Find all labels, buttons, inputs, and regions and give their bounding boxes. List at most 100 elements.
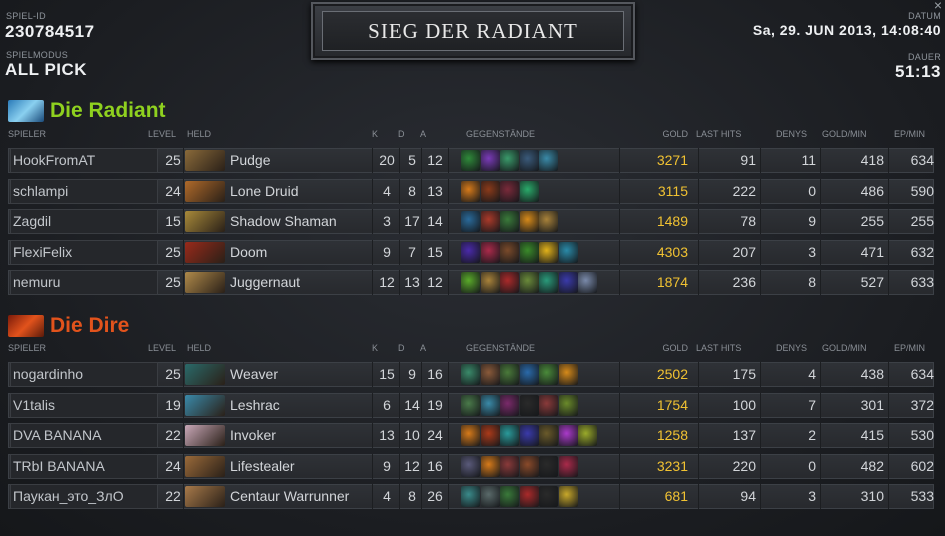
item-icon[interactable] <box>461 150 480 171</box>
item-icon[interactable] <box>519 241 539 263</box>
dire-player-row[interactable]: DVA BANANA 22 Invoker 13 10 24 1258 137 2 415 530 <box>8 423 934 448</box>
player-name[interactable]: nogardinho <box>10 362 158 387</box>
item-icon[interactable] <box>500 241 519 263</box>
item-icon[interactable] <box>500 180 519 202</box>
item-icon[interactable] <box>500 486 519 507</box>
stat-hero[interactable]: Leshrac <box>230 393 370 418</box>
item-icon[interactable] <box>539 272 558 293</box>
item-icon[interactable] <box>480 394 500 416</box>
item-icon[interactable] <box>480 272 500 293</box>
hero-portrait-icon[interactable] <box>185 180 225 202</box>
item-icon[interactable] <box>539 364 558 385</box>
item-icon[interactable] <box>558 272 578 293</box>
item-icon[interactable] <box>461 364 480 385</box>
stat-d: 10 <box>404 427 420 443</box>
stat-hero[interactable]: Pudge <box>230 148 370 173</box>
stat-hero[interactable]: Invoker <box>230 423 370 448</box>
item-icon[interactable] <box>519 180 539 202</box>
radiant-player-row[interactable]: schlampi 24 Lone Druid 4 8 13 3115 222 0 486 590 <box>8 178 934 204</box>
item-icon[interactable] <box>519 211 539 232</box>
item-icon[interactable] <box>480 486 500 507</box>
item-icon[interactable] <box>500 272 519 293</box>
dire-player-row[interactable]: V1talis 19 Leshrac 6 14 19 1754 100 7 301 372 <box>8 392 934 418</box>
dire-player-row[interactable]: Паукан_это_ЗлО 22 Centaur Warrunner 4 8 26 681… <box>8 484 934 509</box>
player-name[interactable]: schlampi <box>10 178 158 204</box>
item-icon[interactable] <box>480 150 500 171</box>
item-icon[interactable] <box>558 394 578 416</box>
item-icon[interactable] <box>578 425 597 446</box>
column-divider <box>820 484 821 509</box>
item-icon[interactable] <box>519 364 539 385</box>
stat-hero[interactable]: Lifestealer <box>230 454 370 479</box>
player-name[interactable]: DVA BANANA <box>10 423 158 448</box>
radiant-player-row[interactable]: FlexiFelix 25 Doom 9 7 15 4303 207 3 471 632 <box>8 239 934 265</box>
item-icon[interactable] <box>500 364 519 385</box>
item-icon[interactable] <box>539 486 558 507</box>
item-icon[interactable] <box>539 394 558 416</box>
item-icon[interactable] <box>480 211 500 232</box>
item-icon[interactable] <box>558 425 578 446</box>
player-name[interactable]: Паукан_это_ЗлО <box>10 484 158 509</box>
stat-hero[interactable]: Doom <box>230 240 370 265</box>
item-icon[interactable] <box>558 486 578 507</box>
item-icon[interactable] <box>578 272 597 293</box>
item-icon[interactable] <box>519 272 539 293</box>
hero-portrait-icon[interactable] <box>185 486 225 507</box>
item-icon[interactable] <box>480 425 500 446</box>
item-icon[interactable] <box>461 272 480 293</box>
item-icon[interactable] <box>480 455 500 477</box>
item-icon[interactable] <box>461 455 480 477</box>
stat-hero[interactable]: Shadow Shaman <box>230 209 370 234</box>
player-name[interactable]: HookFromAT <box>10 148 158 173</box>
stat-hero[interactable]: Weaver <box>230 362 370 387</box>
radiant-player-row[interactable]: HookFromAT 25 Pudge 20 5 12 3271 91 11 418 634 <box>8 148 934 173</box>
item-icon[interactable] <box>461 486 480 507</box>
radiant-player-row[interactable]: Zagdil 15 Shadow Shaman 3 17 14 1489 78 9 255 255 <box>8 209 934 234</box>
item-icon[interactable] <box>461 394 480 416</box>
item-icon[interactable] <box>519 394 539 416</box>
hero-portrait-icon[interactable] <box>185 364 225 385</box>
item-icon[interactable] <box>480 364 500 385</box>
item-icon[interactable] <box>519 150 539 171</box>
hero-portrait-icon[interactable] <box>185 150 225 171</box>
item-icon[interactable] <box>519 425 539 446</box>
item-icon[interactable] <box>500 455 519 477</box>
hero-portrait-icon[interactable] <box>185 241 225 263</box>
item-icon[interactable] <box>519 455 539 477</box>
player-name[interactable]: Zagdil <box>10 209 158 234</box>
item-icon[interactable] <box>539 150 558 171</box>
item-icon[interactable] <box>558 364 578 385</box>
hero-portrait-icon[interactable] <box>185 272 225 293</box>
hero-portrait-icon[interactable] <box>185 211 225 232</box>
player-name[interactable]: TRbI BANANA <box>10 453 158 479</box>
item-icon[interactable] <box>558 241 578 263</box>
item-icon[interactable] <box>539 211 558 232</box>
item-icon[interactable] <box>461 180 480 202</box>
item-icon[interactable] <box>480 241 500 263</box>
item-icon[interactable] <box>519 486 539 507</box>
hero-portrait-icon[interactable] <box>185 455 225 477</box>
stat-hero[interactable]: Juggernaut <box>230 270 370 295</box>
stat-hero[interactable]: Lone Druid <box>230 179 370 204</box>
item-icon[interactable] <box>461 211 480 232</box>
item-icon[interactable] <box>500 394 519 416</box>
player-name[interactable]: FlexiFelix <box>10 239 158 265</box>
hero-portrait-icon[interactable] <box>185 425 225 446</box>
item-icon[interactable] <box>461 241 480 263</box>
stat-hero[interactable]: Centaur Warrunner <box>230 484 370 509</box>
item-icon[interactable] <box>500 425 519 446</box>
item-icon[interactable] <box>539 425 558 446</box>
player-name[interactable]: V1talis <box>10 392 158 418</box>
dire-player-row[interactable]: TRbI BANANA 24 Lifestealer 9 12 16 3231 220 0 482… <box>8 453 934 479</box>
item-icon[interactable] <box>480 180 500 202</box>
player-name[interactable]: nemuru <box>10 270 158 295</box>
radiant-player-row[interactable]: nemuru 25 Juggernaut 12 13 12 1874 236 8 527 633 <box>8 270 934 295</box>
item-icon[interactable] <box>558 455 578 477</box>
item-icon[interactable] <box>461 425 480 446</box>
hero-portrait-icon[interactable] <box>185 394 225 416</box>
item-icon[interactable] <box>539 241 558 263</box>
item-icon[interactable] <box>500 150 519 171</box>
item-icon[interactable] <box>539 455 558 477</box>
item-icon[interactable] <box>500 211 519 232</box>
dire-player-row[interactable]: nogardinho 25 Weaver 15 9 16 2502 175 4 438 634 <box>8 362 934 387</box>
